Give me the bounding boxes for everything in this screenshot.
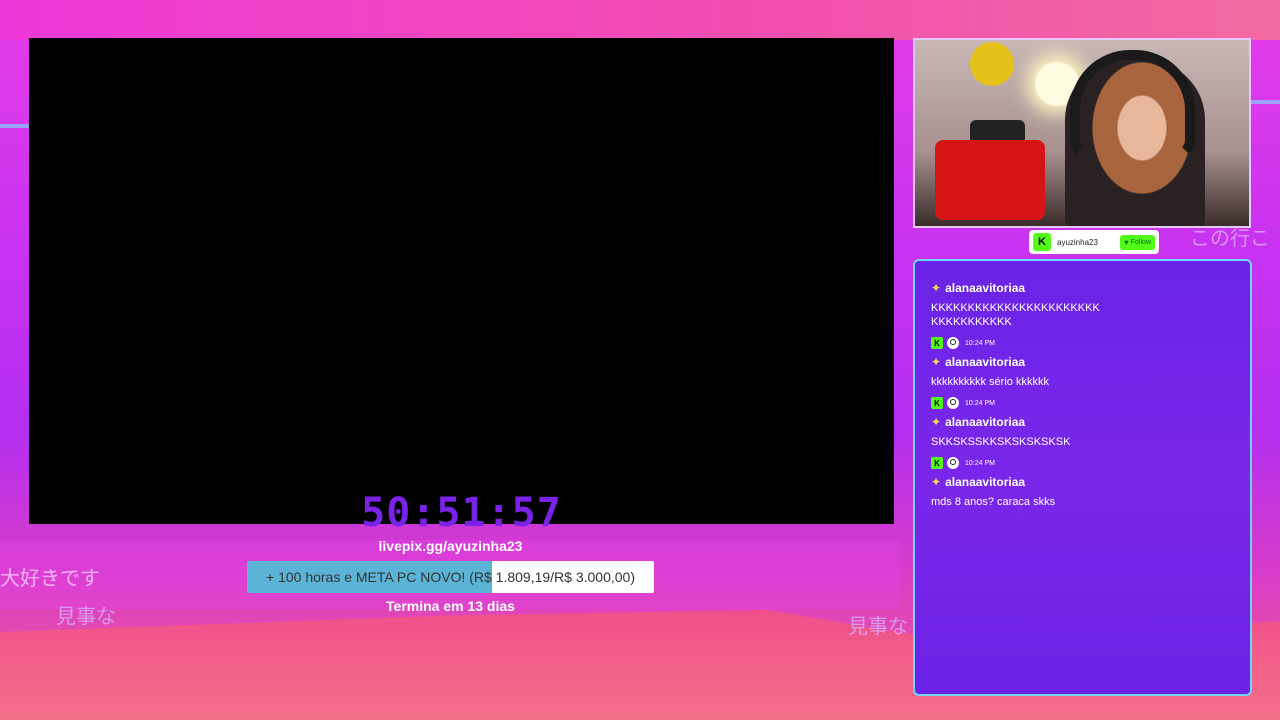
chat-username: alanaavitoriaa	[945, 475, 1026, 489]
donation-goal-bar: + 100 horas e META PC NOVO! (R$ 1.809,19…	[247, 561, 654, 593]
chat-message: ✦ alanaavitoriaa mds 8 anos? caraca skks	[931, 475, 1234, 509]
kick-badge-icon: K	[931, 397, 943, 409]
decor-stripe	[1250, 100, 1280, 104]
user-avatar-icon	[947, 337, 959, 349]
chat-text: SKKSKSSKKSKSKSKSKSK	[931, 436, 1071, 448]
follow-widget: K ayuzinha23 ♥ Follow	[1029, 230, 1159, 254]
jp-decor-text: 見事な	[56, 604, 116, 628]
chat-text: mds 8 anos? caraca skks	[931, 496, 1056, 508]
chat-message: ✦ alanaavitoriaa kkkkkkkkkk sério kkkkkk…	[931, 355, 1234, 409]
user-avatar-icon	[947, 457, 959, 469]
chat-username: alanaavitoriaa	[945, 281, 1026, 295]
decor-stripe	[0, 124, 30, 128]
background-top	[0, 0, 1280, 40]
chat-message: ✦ alanaavitoriaa SKKSKSSKKSKSKSKSKSK K 1…	[931, 415, 1234, 469]
chat-username: alanaavitoriaa	[945, 355, 1026, 369]
heart-icon: ♥	[1124, 237, 1129, 247]
donation-goal-text: + 100 horas e META PC NOVO! (R$ 1.809,19…	[266, 569, 635, 585]
kick-badge-icon: K	[931, 337, 943, 349]
user-avatar-icon	[947, 397, 959, 409]
chat-message: ✦ alanaavitoriaa KKKKKKKKKKKKKKKKKKKKKKK…	[931, 281, 1234, 349]
webcam-feed	[913, 38, 1251, 228]
follow-button-label: Follow	[1130, 238, 1151, 246]
chat-username: alanaavitoriaa	[945, 415, 1026, 429]
chat-panel: ✦ alanaavitoriaa KKKKKKKKKKKKKKKKKKKKKKK…	[913, 259, 1252, 696]
stream-timer: 50:51:57	[361, 490, 562, 536]
chat-timestamp: 10:24 PM	[965, 459, 995, 467]
sparkle-icon: ✦	[931, 281, 942, 295]
chat-text: kkkkkkkkkk sério kkkkkk	[931, 376, 1049, 388]
kick-badge-icon: K	[931, 457, 943, 469]
jp-decor-text: 見事な	[848, 614, 908, 638]
follow-username: ayuzinha23	[1057, 237, 1098, 247]
kick-logo-icon: K	[1033, 233, 1051, 251]
follow-button[interactable]: ♥ Follow	[1120, 234, 1155, 250]
chat-timestamp: 10:24 PM	[965, 339, 995, 347]
donation-goal-ends: Termina em 13 dias	[386, 598, 515, 614]
webcam-chair	[935, 140, 1045, 220]
sparkle-icon: ✦	[931, 355, 942, 369]
webcam-balloon	[970, 42, 1014, 86]
chat-timestamp: 10:24 PM	[965, 399, 995, 407]
game-capture: 50:51:57	[29, 38, 894, 536]
chat-text: KKKKKKKKKKKKKKKKKKKKKKKKKKKKKKKKKK	[931, 302, 1100, 328]
webcam-headset	[1070, 50, 1195, 160]
livepix-url: livepix.gg/ayuzinha23	[378, 538, 523, 554]
jp-decor-text: 大好きです	[0, 566, 100, 590]
sparkle-icon: ✦	[931, 415, 942, 429]
sparkle-icon: ✦	[931, 475, 942, 489]
